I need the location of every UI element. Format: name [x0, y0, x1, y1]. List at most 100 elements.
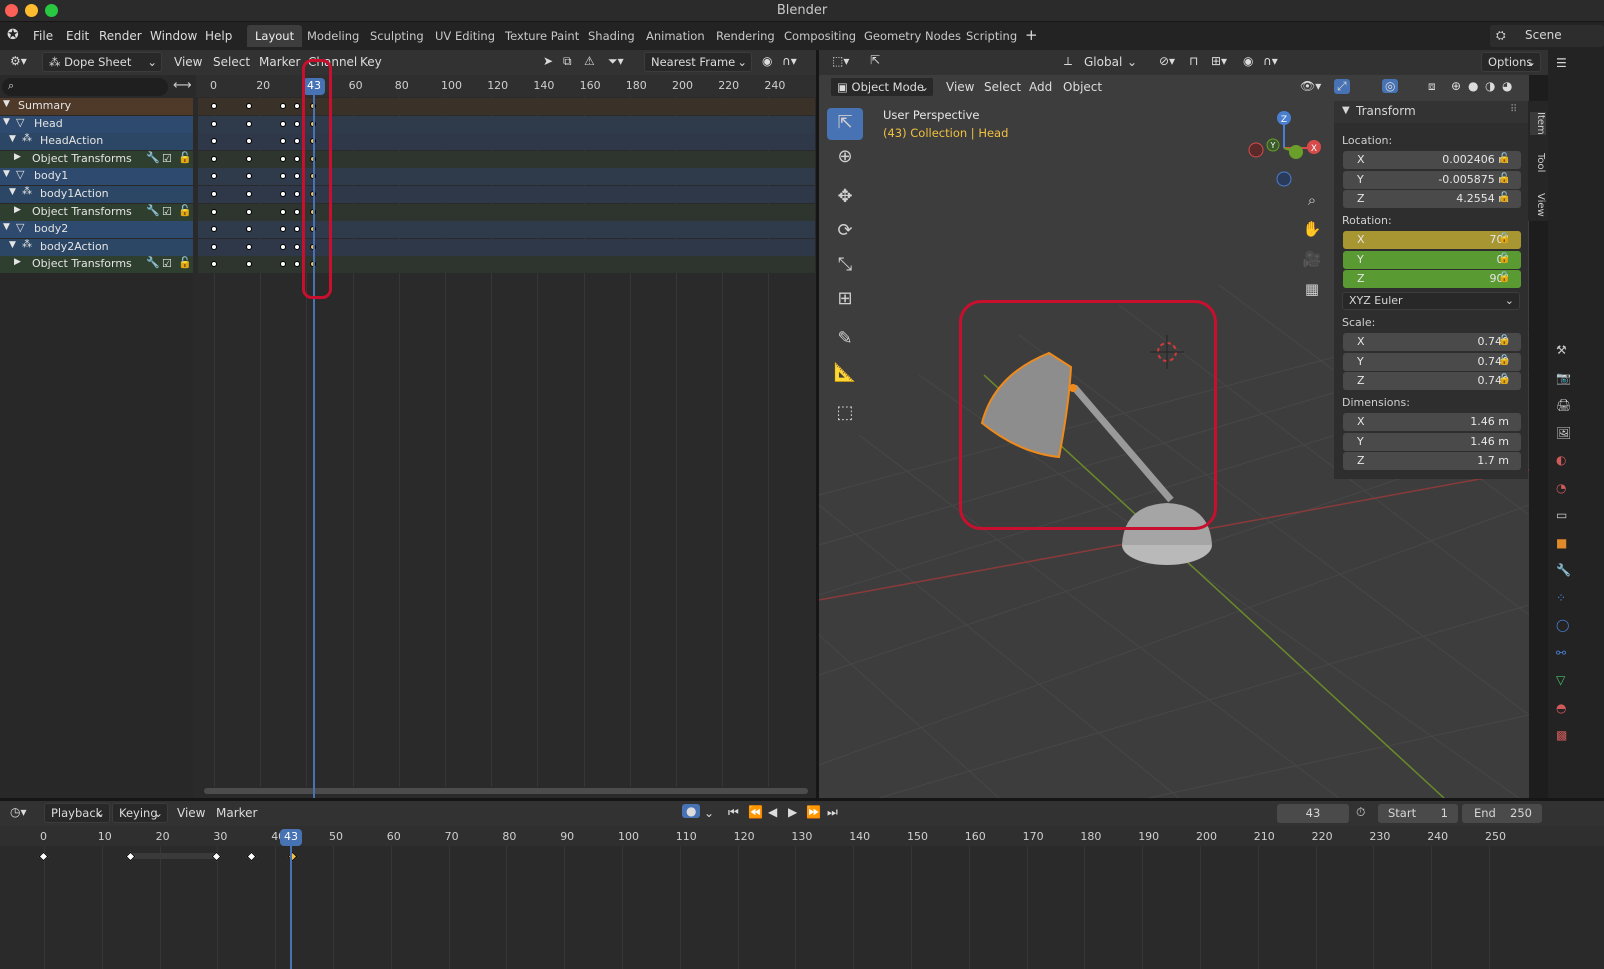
modifier-wrench-icon[interactable]: 🔧 [146, 256, 160, 269]
dimensions-z-field[interactable]: Z 1.7 m [1343, 452, 1521, 470]
tool-props-icon[interactable]: ⚒ [1556, 343, 1567, 357]
menu-help[interactable]: Help [205, 29, 232, 43]
keyframe[interactable] [294, 261, 301, 268]
rendered-shading-icon[interactable]: ◕ [1502, 79, 1512, 93]
modifier-props-icon[interactable]: 🔧 [1556, 563, 1571, 577]
world-props-icon[interactable]: ◔ [1556, 481, 1566, 495]
channel-action[interactable]: ▼ ⁂ body1Action [0, 186, 193, 203]
tab-geometry-nodes[interactable]: Geometry Nodes [856, 25, 969, 47]
lock-icon[interactable]: 🔓 [178, 204, 192, 217]
editor-type-icon[interactable]: ⚙▾ [10, 54, 27, 68]
keyframe[interactable] [280, 155, 287, 162]
keyframe[interactable] [280, 103, 287, 109]
keyframe[interactable] [294, 173, 301, 180]
sidebar-tab-view[interactable]: View [1530, 193, 1546, 217]
collapse-arrow-icon[interactable]: ▼ [3, 99, 10, 109]
keyframe[interactable] [211, 226, 217, 233]
modifier-wrench-icon[interactable]: 🔧 [146, 204, 160, 217]
keyframe[interactable] [294, 243, 301, 250]
keyframe[interactable] [294, 120, 301, 127]
dopesheet-menu-view[interactable]: View [174, 55, 202, 69]
tab-animation[interactable]: Animation [638, 25, 713, 47]
transform-tool-icon[interactable]: ⊞ [827, 284, 863, 316]
channel-keyframe-row[interactable] [198, 256, 815, 274]
keyframe[interactable] [245, 208, 252, 215]
keyframe[interactable] [245, 173, 252, 180]
end-frame-field[interactable]: End 250 [1462, 804, 1542, 823]
tab-texture-paint[interactable]: Texture Paint [497, 25, 587, 47]
mute-checkbox-icon[interactable]: ☑ [162, 257, 172, 270]
keyframe[interactable] [280, 243, 287, 250]
filter-icon[interactable]: ⏷▾ [608, 54, 624, 69]
gizmo-toggle-icon[interactable]: ⤢ [1334, 79, 1350, 94]
tab-rendering[interactable]: Rendering [708, 25, 783, 47]
keyframe[interactable] [211, 155, 217, 162]
snap-target-icon[interactable]: ⊞▾ [1211, 54, 1227, 68]
channel-keyframe-row[interactable] [198, 150, 815, 168]
blender-logo-icon[interactable]: ✪ [7, 27, 19, 43]
next-keyframe-icon[interactable]: ⏩ [806, 805, 821, 819]
channel-object[interactable]: ▼ ▽ body1 [0, 168, 193, 186]
zoom-icon[interactable]: ⌕ [1300, 191, 1324, 215]
menu-edit[interactable]: Edit [66, 29, 89, 43]
location-x-field[interactable]: X 0.002406 m [1343, 151, 1521, 169]
location-z-field[interactable]: Z 4.2554 m [1343, 190, 1521, 208]
menu-window[interactable]: Window [150, 29, 197, 43]
playback-menu[interactable]: Playback ⌄ [44, 803, 110, 823]
dimensions-x-field[interactable]: X 1.46 m [1343, 413, 1521, 431]
wireframe-shading-icon[interactable]: ⊕ [1451, 79, 1461, 93]
start-frame-field[interactable]: Start 1 [1378, 804, 1458, 823]
drag-handle-icon[interactable]: ⠿ [1510, 104, 1517, 115]
rotation-mode-dropdown[interactable]: XYZ Euler ⌄ [1342, 292, 1520, 310]
collapse-arrow-icon[interactable]: ▼ [3, 169, 10, 179]
lock-icon[interactable]: 🔓 [178, 256, 192, 269]
output-props-icon[interactable]: 🖨 [1556, 398, 1571, 412]
properties-editor-icon[interactable]: ☰ [1556, 56, 1567, 70]
viewport-menu-object[interactable]: Object [1063, 80, 1102, 94]
rotation-z-field[interactable]: Z 90° [1343, 270, 1521, 288]
chevron-down-icon[interactable]: ⌄ [704, 806, 714, 820]
expand-arrow-icon[interactable]: ▶ [14, 152, 21, 162]
lock-icon[interactable]: 🔓 [1498, 173, 1510, 184]
render-props-icon[interactable]: 📷 [1556, 371, 1571, 385]
keyframe[interactable] [294, 103, 301, 109]
dimensions-y-field[interactable]: Y 1.46 m [1343, 432, 1521, 451]
prev-keyframe-icon[interactable]: ⏪ [748, 805, 763, 819]
add-cube-tool-icon[interactable]: ⬚ [827, 398, 863, 430]
lock-icon[interactable]: 🔓 [1498, 233, 1510, 244]
lock-icon[interactable]: 🔓 [1498, 272, 1510, 283]
channel-keyframe-row[interactable] [198, 115, 815, 133]
lock-icon[interactable]: 🔓 [1498, 192, 1510, 203]
dopesheet-menu-marker[interactable]: Marker [259, 55, 300, 69]
tab-scripting[interactable]: Scripting [958, 25, 1025, 47]
sidebar-tab-item[interactable]: Item [1530, 112, 1546, 135]
keyframe[interactable] [280, 120, 287, 127]
scene-props-icon[interactable]: ◐ [1556, 453, 1566, 467]
measure-tool-icon[interactable]: 📐 [827, 358, 863, 390]
timeline-menu-marker[interactable]: Marker [216, 806, 257, 820]
transform-panel-header[interactable]: ▼ Transform ⠿ [1334, 101, 1528, 123]
collapse-arrow-icon[interactable]: ▼ [9, 187, 16, 197]
keyframe[interactable] [294, 226, 301, 233]
current-frame-field[interactable]: 43 [1277, 804, 1349, 823]
keyframe[interactable] [245, 191, 252, 197]
transform-orientation-icon[interactable]: ⟂ [1064, 54, 1072, 69]
lock-icon[interactable]: 🔓 [178, 151, 192, 164]
keyframe[interactable] [294, 208, 301, 215]
camera-view-icon[interactable]: 🎥 [1300, 250, 1324, 274]
location-y-field[interactable]: Y -0.005875 m [1343, 170, 1521, 189]
expand-arrow-icon[interactable]: ▶ [14, 205, 21, 215]
falloff-icon[interactable]: ∩▾ [782, 54, 797, 68]
object-props-icon[interactable]: ■ [1556, 536, 1567, 550]
lock-icon[interactable]: 🔓 [1498, 253, 1510, 264]
keyframe[interactable] [211, 173, 217, 180]
navigation-gizmo[interactable]: Z X Y [1244, 106, 1326, 192]
lock-icon[interactable]: 🔓 [1498, 153, 1510, 164]
menu-file[interactable]: File [33, 29, 53, 43]
perspective-toggle-icon[interactable]: ▦ [1300, 280, 1324, 304]
keyframe[interactable] [211, 208, 217, 215]
select-box-icon[interactable]: ⇱ [870, 53, 880, 67]
keyframe[interactable] [294, 138, 301, 145]
keyframe[interactable] [294, 155, 301, 162]
only-errors-icon[interactable]: ⚠ [584, 54, 595, 68]
